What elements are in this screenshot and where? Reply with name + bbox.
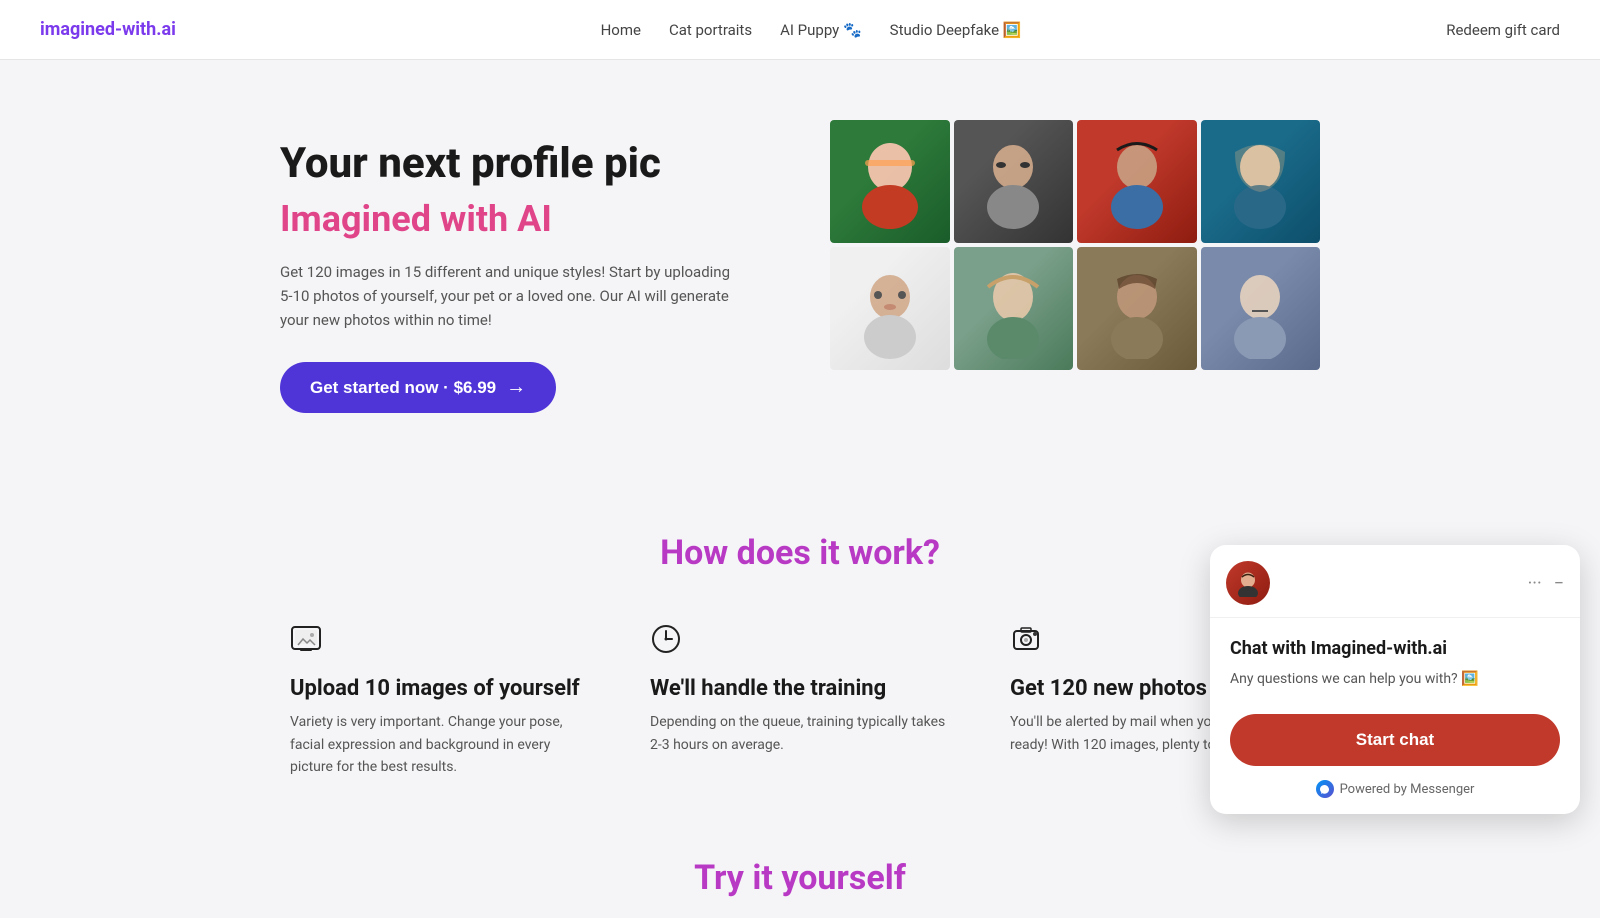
hero-description: Get 120 images in 15 different and uniqu… — [280, 260, 740, 332]
nav-ai-puppy[interactable]: AI Puppy 🐾 — [780, 21, 862, 39]
hero-grid-cell-2 — [954, 120, 1074, 243]
more-options-icon[interactable]: ··· — [1528, 573, 1542, 594]
powered-by: Powered by Messenger — [1230, 780, 1560, 798]
hero-grid-cell-5 — [830, 247, 950, 370]
step-1-icon — [290, 623, 590, 662]
hero-image-grid — [830, 120, 1320, 370]
hero-text: Your next profile pic Imagined with AI G… — [280, 120, 740, 413]
chat-header-icons: ··· − — [1528, 573, 1564, 594]
nav-cat-portraits[interactable]: Cat portraits — [669, 21, 752, 39]
nav-studio-deepfake[interactable]: Studio Deepfake 🖼️ — [890, 21, 1022, 39]
chat-widget-title: Chat with Imagined-with.ai — [1230, 638, 1560, 659]
step-2-icon — [650, 623, 950, 662]
minimize-icon[interactable]: − — [1554, 573, 1564, 594]
chat-header: ··· − — [1210, 545, 1580, 618]
redeem-gift-card-link[interactable]: Redeem gift card — [1446, 21, 1560, 39]
nav-right: Redeem gift card — [1446, 20, 1560, 39]
step-1: Upload 10 images of yourself Variety is … — [290, 623, 590, 778]
hero-grid-cell-1 — [830, 120, 950, 243]
step-2: We'll handle the training Depending on t… — [650, 623, 950, 778]
get-started-button[interactable]: Get started now · $6.99 → — [280, 362, 556, 413]
try-section: Try it yourself — [0, 838, 1600, 918]
nav-logo: imagined-with.ai — [40, 19, 176, 40]
step-2-desc: Depending on the queue, training typical… — [650, 711, 950, 756]
start-chat-button[interactable]: Start chat — [1230, 714, 1560, 766]
powered-by-text: Powered by Messenger — [1340, 782, 1475, 797]
chat-avatar — [1226, 561, 1270, 605]
step-1-desc: Variety is very important. Change your p… — [290, 711, 590, 778]
chat-widget-message: Any questions we can help you with? 🖼️ — [1230, 669, 1560, 690]
hero-grid-cell-6 — [954, 247, 1074, 370]
hero-grid-cell-3 — [1077, 120, 1197, 243]
hero-grid-cell-8 — [1201, 247, 1321, 370]
hero-section: Your next profile pic Imagined with AI G… — [100, 60, 1500, 473]
try-title: Try it yourself — [40, 858, 1560, 898]
arrow-icon: → — [506, 376, 526, 399]
nav-links: Home Cat portraits AI Puppy 🐾 Studio Dee… — [601, 21, 1022, 39]
steps-container: Upload 10 images of yourself Variety is … — [250, 623, 1350, 778]
hero-grid-cell-4 — [1201, 120, 1321, 243]
messenger-icon — [1316, 780, 1334, 798]
navbar: imagined-with.ai Home Cat portraits AI P… — [0, 0, 1600, 60]
hero-title: Your next profile pic — [280, 140, 740, 188]
chat-widget: ··· − Chat with Imagined-with.ai Any que… — [1210, 545, 1580, 814]
nav-home[interactable]: Home — [601, 21, 641, 39]
hero-subtitle: Imagined with AI — [280, 198, 740, 240]
step-1-title: Upload 10 images of yourself — [290, 676, 590, 701]
chat-body: Chat with Imagined-with.ai Any questions… — [1210, 618, 1580, 814]
hero-grid-cell-7 — [1077, 247, 1197, 370]
step-2-title: We'll handle the training — [650, 676, 950, 701]
